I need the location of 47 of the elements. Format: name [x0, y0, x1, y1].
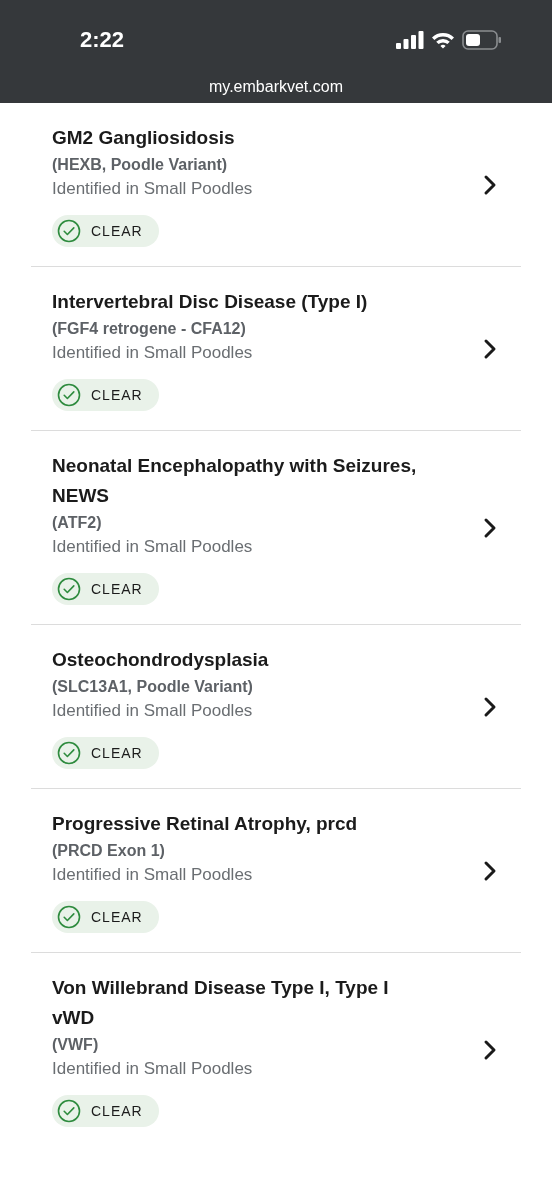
status-time: 2:22 — [80, 27, 125, 53]
signal-icon — [396, 31, 424, 49]
condition-title: GM2 Gangliosidosis — [52, 126, 236, 150]
gene-label: (SLC13A1, Poodle Variant) — [52, 677, 254, 697]
check-circle-icon — [57, 905, 81, 929]
breed-note: Identified in Small Poodles — [52, 1058, 254, 1080]
result-label: CLEAR — [91, 745, 143, 761]
chevron-right-icon — [483, 174, 497, 196]
result-label: CLEAR — [91, 581, 143, 597]
check-circle-icon — [57, 383, 81, 407]
check-circle-icon — [57, 1099, 81, 1123]
result-label: CLEAR — [91, 1103, 143, 1119]
breed-note: Identified in Small Poodles — [52, 700, 254, 722]
result-label: CLEAR — [91, 223, 143, 239]
gene-label: (FGF4 retrogene - CFA12) — [52, 319, 247, 339]
address-url[interactable]: my.embarkvet.com — [209, 78, 343, 96]
gene-label: (ATF2) — [52, 513, 103, 533]
result-label: CLEAR — [91, 909, 143, 925]
condition-title: Progressive Retinal Atrophy, prcd — [52, 812, 358, 836]
chevron-right-icon — [483, 517, 497, 539]
wifi-icon — [431, 31, 455, 49]
condition-title: Von Willebrand Disease Type I, Type I vWD — [52, 976, 389, 1030]
condition-row[interactable]: Neonatal Encephalopathy with Seizures, NEWS (ATF2) Identified in Small Poodles CLEAR — [31, 431, 521, 625]
breed-note: Identified in Small Poodles — [52, 864, 254, 886]
chevron-right-icon — [483, 696, 497, 718]
condition-title: Osteochondrodysplasia — [52, 648, 269, 672]
condition-row[interactable]: GM2 Gangliosidosis (HEXB, Poodle Variant) Identified in Small Poodles CLEAR — [31, 103, 521, 267]
gene-label: (HEXB, Poodle Variant) — [52, 155, 229, 175]
condition-row[interactable]: Progressive Retinal Atrophy, prcd (PRCD Exon 1) Identified in Small Poodles CLEAR — [31, 789, 521, 953]
breed-note: Identified in Small Poodles — [52, 178, 253, 200]
condition-row[interactable]: Intervertebral Disc Disease (Type I) (FGF4 retrogene - CFA12) Identified in Small Poodles CLEAR — [31, 267, 521, 431]
condition-row[interactable]: Von Willebrand Disease Type I, Type I vWD (VWF) Identified in Small Poodles CLEAR — [31, 953, 521, 1146]
chevron-right-icon — [483, 338, 497, 360]
breed-note: Identified in Small Poodles — [52, 536, 254, 558]
chevron-right-icon — [483, 860, 497, 882]
result-label: CLEAR — [91, 387, 143, 403]
check-circle-icon — [57, 219, 81, 243]
condition-title: Neonatal Encephalopathy with Seizures, NEWS — [52, 454, 417, 508]
breed-note: Identified in Small Poodles — [52, 342, 254, 364]
condition-title: Intervertebral Disc Disease (Type I) — [52, 290, 368, 314]
check-circle-icon — [57, 577, 81, 601]
gene-label: (VWF) — [52, 1035, 100, 1055]
check-circle-icon — [57, 741, 81, 765]
gene-label: (PRCD Exon 1) — [52, 841, 166, 861]
chevron-right-icon — [483, 1039, 497, 1061]
battery-icon — [462, 30, 502, 50]
condition-row[interactable]: Osteochondrodysplasia (SLC13A1, Poodle Variant) Identified in Small Poodles CLEAR — [31, 625, 521, 789]
